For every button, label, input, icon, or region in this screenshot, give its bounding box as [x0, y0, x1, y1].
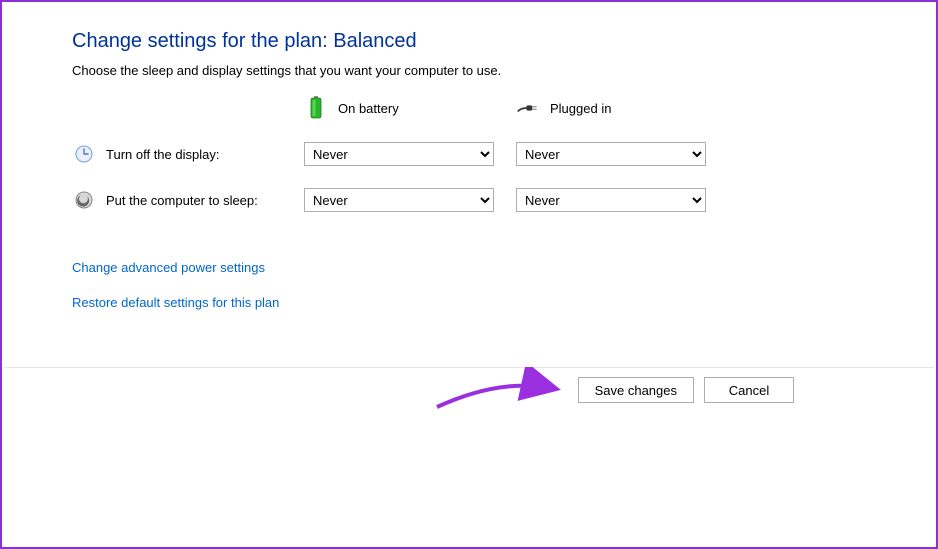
row-display: Turn off the display:: [72, 142, 292, 166]
sleep-plugged-select[interactable]: Never: [516, 188, 706, 212]
save-button[interactable]: Save changes: [578, 377, 694, 403]
battery-icon: [304, 96, 328, 120]
plug-icon: [516, 96, 540, 120]
footer-separator: [4, 367, 934, 368]
page-title: Change settings for the plan: Balanced: [72, 30, 936, 53]
display-battery-select[interactable]: Never: [304, 142, 494, 166]
sleep-battery-select[interactable]: Never: [304, 188, 494, 212]
cancel-button[interactable]: Cancel: [704, 377, 794, 403]
row-sleep-label: Put the computer to sleep:: [106, 193, 258, 208]
sleep-icon: [72, 188, 96, 212]
column-header-battery-label: On battery: [338, 101, 399, 116]
window-frame: Change settings for the plan: Balanced C…: [0, 0, 938, 549]
row-sleep: Put the computer to sleep:: [72, 188, 292, 212]
column-header-plugged: Plugged in: [516, 96, 716, 120]
content-area: Change settings for the plan: Balanced C…: [2, 2, 936, 310]
row-display-label: Turn off the display:: [106, 147, 219, 162]
footer-buttons: Save changes Cancel: [4, 377, 934, 403]
link-advanced-settings[interactable]: Change advanced power settings: [72, 260, 936, 275]
display-plugged-select[interactable]: Never: [516, 142, 706, 166]
column-header-plugged-label: Plugged in: [550, 101, 611, 116]
link-restore-defaults[interactable]: Restore default settings for this plan: [72, 295, 936, 310]
settings-grid: On battery Plugged in: [72, 96, 936, 212]
display-icon: [72, 142, 96, 166]
column-header-battery: On battery: [304, 96, 504, 120]
page-subtitle: Choose the sleep and display settings th…: [72, 63, 936, 78]
links-section: Change advanced power settings Restore d…: [72, 260, 936, 310]
